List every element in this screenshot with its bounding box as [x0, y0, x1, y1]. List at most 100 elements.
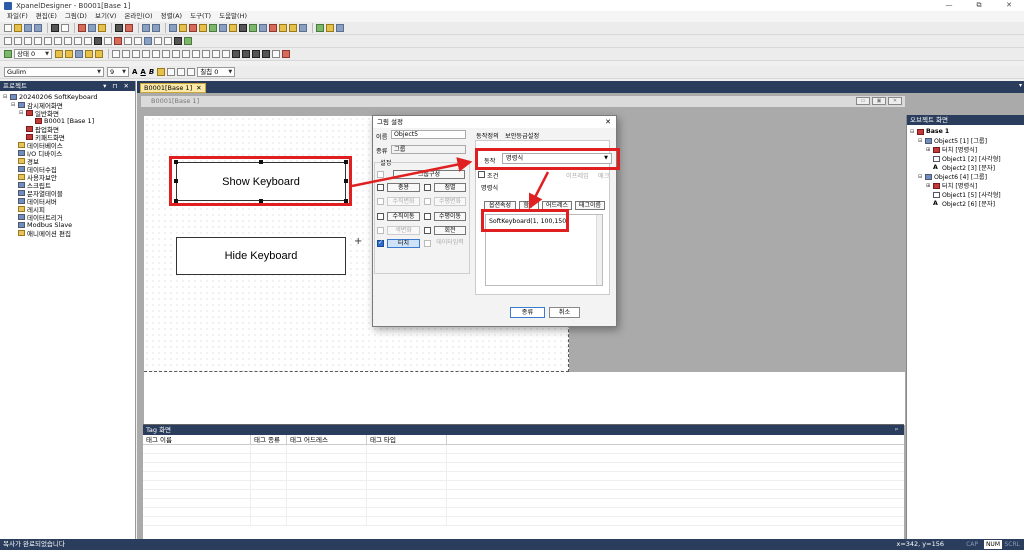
maximize-button[interactable]: ⧉ [964, 0, 994, 11]
obj-tree-item-text[interactable]: A Object2 [6] [문자] [910, 199, 1024, 208]
state-combo[interactable]: 상태 0 ▼ [14, 49, 52, 59]
polyline-icon[interactable] [54, 37, 62, 45]
arc-icon[interactable] [44, 37, 52, 45]
option-checkbox-touch[interactable] [377, 239, 384, 247]
tree-item-string-table[interactable]: 문자열테이블 [3, 189, 135, 198]
same-height-icon[interactable] [182, 50, 190, 58]
grid-icon[interactable] [272, 50, 280, 58]
tree-item-recipe[interactable]: 레시피 [3, 205, 135, 214]
ok-button[interactable]: 종류 [510, 307, 545, 318]
front-icon[interactable] [232, 50, 240, 58]
obj-tree-item-text[interactable]: A Object2 [3] [문자] [910, 163, 1024, 172]
menu-online[interactable]: 온라인(O) [120, 11, 156, 22]
obj-tree-item-touch[interactable]: ⊞ 터치 [명령식] [910, 181, 1024, 190]
underline-button[interactable]: A [140, 68, 145, 76]
option-checkbox-rotate[interactable] [424, 227, 431, 234]
zoom-in-icon[interactable] [142, 24, 150, 32]
tool-11-icon[interactable] [269, 24, 277, 32]
obj-tree-item-object5[interactable]: ⊟ Object5 [1] [그룹] [910, 136, 1024, 145]
obj-tree-item-rect[interactable]: Object1 [5] [사각형] [910, 190, 1024, 199]
cut-icon[interactable] [78, 24, 86, 32]
group-config-button[interactable]: 그룹구성 [393, 170, 465, 179]
align-text-left-icon[interactable] [157, 68, 166, 76]
layer-icon[interactable] [282, 50, 290, 58]
option-button-blink[interactable]: 점멸 [434, 183, 466, 192]
rotate-icon[interactable] [222, 50, 230, 58]
inner-restore-button[interactable]: ▣ [872, 97, 886, 105]
obj-tree-item-object6[interactable]: ⊟ Object6 [4] [그룹] [910, 172, 1024, 181]
tool-10-icon[interactable] [259, 24, 267, 32]
dialog-close-icon[interactable]: ✕ [605, 116, 611, 128]
tool-16-icon[interactable] [326, 24, 334, 32]
bar-icon[interactable] [154, 37, 162, 45]
tree-item-data-collection[interactable]: 데이터수집 [3, 165, 135, 174]
obj-tree-item-rect[interactable]: Object1 [2] [사각형] [910, 154, 1024, 163]
line-icon[interactable] [14, 37, 22, 45]
flip-icon[interactable] [212, 50, 220, 58]
help-icon[interactable] [336, 24, 344, 32]
layer-combo[interactable]: 칠칩 0 ▼ [197, 67, 236, 77]
space-h-icon[interactable] [192, 50, 200, 58]
project-panel-controls[interactable]: ▾ ⊓ ✕ [103, 81, 135, 91]
tool-7-icon[interactable] [229, 24, 237, 32]
chevron-down-icon[interactable]: ▾ [1019, 82, 1022, 89]
copy-icon[interactable] [88, 24, 96, 32]
image-icon[interactable] [134, 37, 142, 45]
align-right-icon[interactable] [132, 50, 140, 58]
tool-d-icon[interactable] [85, 50, 93, 58]
option-button-rotate[interactable]: 회전 [434, 226, 466, 235]
same-width-icon[interactable] [172, 50, 180, 58]
back-icon[interactable] [242, 50, 250, 58]
menu-edit[interactable]: 편집(E) [32, 11, 61, 22]
tree-item-database[interactable]: 데이터베이스 [3, 141, 135, 150]
inner-close-button[interactable]: ✕ [888, 97, 902, 105]
print-preview-icon[interactable] [61, 24, 69, 32]
command-editor-scrollbar[interactable] [596, 215, 602, 285]
tool-b-icon[interactable] [65, 50, 73, 58]
option-checkbox-blink-use[interactable] [377, 184, 384, 191]
align-text-right-icon[interactable] [177, 68, 186, 76]
pin-icon[interactable]: ᵖ [895, 425, 904, 435]
space-v-icon[interactable] [202, 50, 210, 58]
menu-tools[interactable]: 도구(T) [186, 11, 215, 22]
tree-item-monitor-screens[interactable]: ⊟ 감시제어화면 [3, 101, 135, 110]
zoom-out-icon[interactable] [152, 24, 160, 32]
menu-draw[interactable]: 그림(D) [61, 11, 91, 22]
tool-a-icon[interactable] [55, 50, 63, 58]
tree-item-popup-screens[interactable]: 팝업화면 [3, 125, 135, 134]
option-button-horizontal-move[interactable]: 수평이동 [434, 212, 466, 221]
font-combo[interactable]: Gulim ▼ [4, 67, 104, 77]
tool-4-icon[interactable] [199, 24, 207, 32]
option-checkbox-blink[interactable] [424, 184, 431, 191]
tool-14-icon[interactable] [299, 24, 307, 32]
tool-13-icon[interactable] [289, 24, 297, 32]
tool-9-icon[interactable] [249, 24, 257, 32]
option-checkbox-vertical-move[interactable] [377, 213, 384, 220]
column-header-tag-address[interactable]: 태그 어드레스 [287, 435, 367, 444]
tab-security-level[interactable]: 보안등급설정 [505, 131, 539, 140]
bold-button[interactable]: A [132, 68, 137, 76]
collapse-toggle[interactable]: ⊟ [19, 110, 25, 116]
align-text-center-icon[interactable] [167, 68, 176, 76]
tool-5-icon[interactable] [209, 24, 217, 32]
hide-keyboard-button[interactable]: Hide Keyboard [176, 237, 346, 275]
collapse-toggle[interactable]: ⊞ [926, 147, 932, 153]
align-top-icon[interactable] [142, 50, 150, 58]
ellipse-icon[interactable] [34, 37, 42, 45]
tool-15-icon[interactable] [316, 24, 324, 32]
collapse-toggle[interactable]: ⊟ [918, 174, 924, 180]
chart-icon[interactable] [144, 37, 152, 45]
ungroup-icon[interactable] [262, 50, 270, 58]
close-icon[interactable]: ✕ [196, 84, 201, 92]
text-icon[interactable] [84, 37, 92, 45]
inner-minimize-button[interactable]: ▭ [856, 97, 870, 105]
close-window-button[interactable]: ✕ [994, 0, 1024, 11]
tree-item-alarm[interactable]: 경보 [3, 157, 135, 166]
option-button-touch[interactable]: 터치 [387, 239, 420, 248]
tool-c-icon[interactable] [75, 50, 83, 58]
tree-item-general-screens[interactable]: ⊟ 일반화면 [3, 109, 135, 118]
undo-icon[interactable] [125, 24, 133, 32]
tool-12-icon[interactable] [279, 24, 287, 32]
align-text-justify-icon[interactable] [187, 68, 196, 76]
rectangle-icon[interactable] [24, 37, 32, 45]
